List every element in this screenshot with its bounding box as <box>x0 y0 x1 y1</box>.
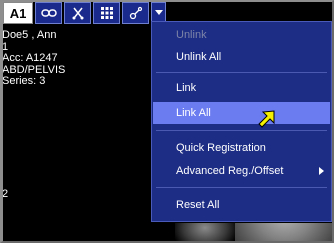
menu-item-advanced-reg-offset[interactable]: Advanced Reg./Offset <box>153 160 330 182</box>
menu-item-unlink[interactable]: Unlink <box>153 24 330 46</box>
mouse-cursor-icon <box>257 109 277 134</box>
link-dropdown-menu: Unlink Unlink All Link Link All Quick Re… <box>151 21 332 222</box>
menu-separator <box>156 187 327 188</box>
menu-item-unlink-all[interactable]: Unlink All <box>153 46 330 68</box>
viewport-toolbar: A1 <box>3 2 168 24</box>
menu-item-link[interactable]: Link <box>153 77 330 99</box>
overlay-text: 2 <box>2 188 9 200</box>
grid-layout-icon[interactable] <box>93 2 120 24</box>
viewport-label-button[interactable]: A1 <box>3 2 33 24</box>
menu-item-reset-all[interactable]: Reset All <box>153 194 330 216</box>
series-number: Series: 3 <box>2 75 46 87</box>
menu-separator <box>156 130 327 131</box>
menu-item-quick-registration[interactable]: Quick Registration <box>153 137 330 159</box>
menu-item-link-all[interactable]: Link All <box>153 102 330 124</box>
patient-info-overlay: Doe5 , Ann 1 Acc: A1247 ABD/PELVIS Serie… <box>2 29 65 88</box>
accession-number: Acc: A1247 <box>2 52 58 64</box>
menu-item-label: Advanced Reg./Offset <box>176 165 284 177</box>
link-chain-icon[interactable] <box>35 2 62 24</box>
scissors-icon[interactable] <box>64 2 91 24</box>
link-settings-icon[interactable] <box>122 2 149 24</box>
patient-name: Doe5 , Ann <box>2 29 57 41</box>
menu-separator <box>156 72 327 73</box>
submenu-arrow-icon <box>319 167 324 175</box>
